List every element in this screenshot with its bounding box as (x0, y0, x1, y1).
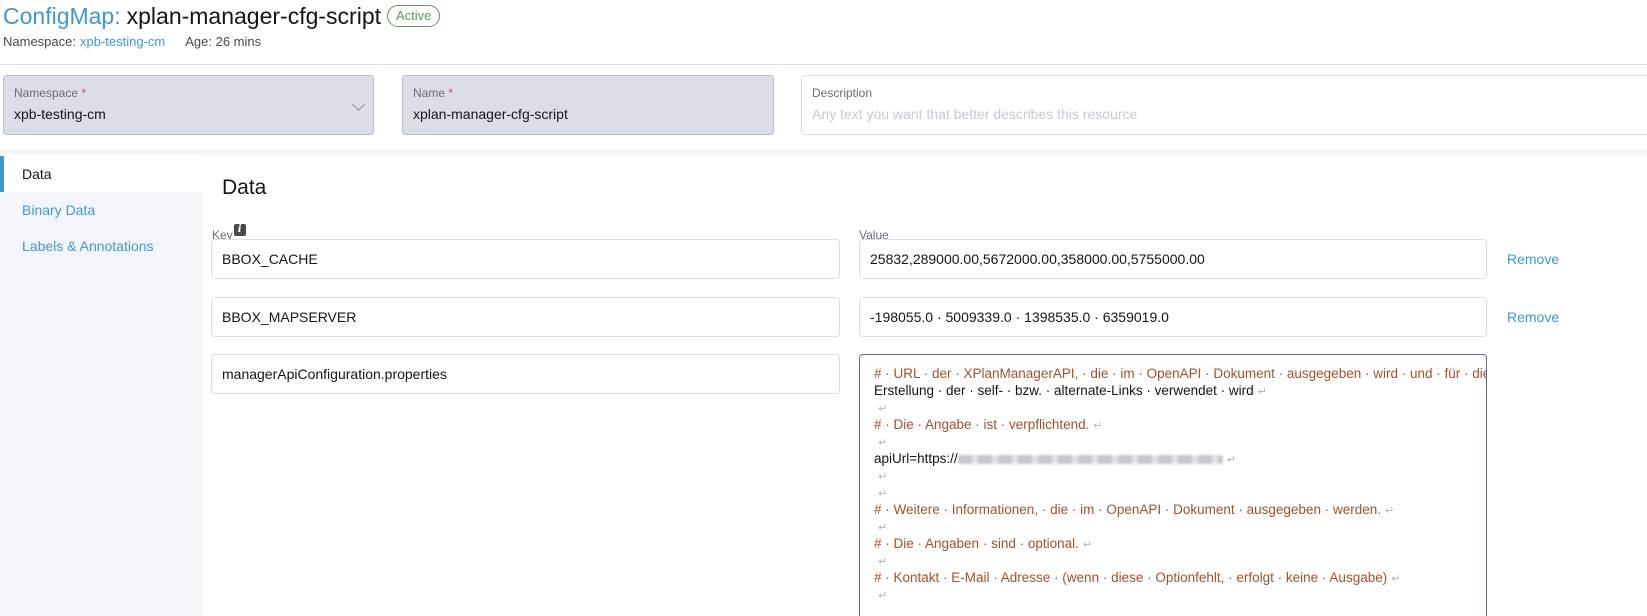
description-field-label: Description (812, 86, 873, 100)
editor-line: # · Weitere · Informationen, · die · im … (874, 502, 1395, 517)
sidebar-tabs: Data Binary Data Labels & Annotations (0, 156, 202, 616)
required-mark: * (448, 86, 454, 100)
name-field-value: xplan-manager-cfg-script (413, 106, 568, 122)
editor-line: # · Die · Angabe · ist · verpflichtend. ↵ (874, 417, 1103, 432)
description-field[interactable]: Description Any text you want that bette… (801, 75, 1647, 135)
data-section: Data Key i Value BBOX_CACHE 25832,289000.… (211, 156, 1647, 394)
header-divider (0, 64, 1647, 65)
value-input[interactable]: -198055.0 · 5009339.0 · 1398535.0 · 6359… (859, 297, 1487, 337)
age-text: Age: 26 mins (185, 34, 262, 49)
name-field[interactable]: Name * xplan-manager-cfg-script (402, 75, 774, 135)
key-input[interactable]: BBOX_MAPSERVER (211, 297, 840, 337)
editor-line: ↵ (878, 471, 888, 483)
namespace-label: Namespace: (3, 34, 76, 49)
status-badge: Active (387, 5, 441, 27)
editor-line: ↵ (878, 403, 888, 415)
editor-line: # · URL · der · XPlanManagerAPI, · die ·… (874, 366, 1487, 381)
editor-line: apiUrl=https://↵ (874, 451, 1236, 466)
value-input[interactable]: 25832,289000.00,5672000.00,358000.00,575… (859, 239, 1487, 279)
namespace-select[interactable]: Namespace * xpb-testing-cm (3, 75, 374, 135)
resource-kind-link[interactable]: ConfigMap: (3, 3, 121, 30)
description-placeholder: Any text you want that better describes … (812, 106, 1138, 122)
value-textarea[interactable]: # · URL · der · XPlanManagerAPI, · die ·… (859, 354, 1487, 616)
editor-line: # · Die · Angaben · sind · optional. ↵ (874, 536, 1093, 551)
namespace-field-value: xpb-testing-cm (14, 106, 106, 122)
editor-line: Erstellung · der · self- · bzw. · altern… (874, 383, 1267, 398)
namespace-field-label: Namespace (14, 86, 79, 100)
namespace-link[interactable]: xpb-testing-cm (80, 34, 165, 49)
editor-line: ↵ (878, 590, 888, 602)
editor-line: ↵ (878, 556, 888, 568)
page-header: ConfigMap: xplan-manager-cfg-script Acti… (3, 0, 441, 49)
info-icon[interactable]: i (233, 224, 246, 236)
tab-labels-annotations[interactable]: Labels & Annotations (0, 228, 202, 264)
remove-button[interactable]: Remove (1507, 309, 1559, 325)
section-title: Data (222, 176, 267, 199)
editor-line: # · Kontakt · E-Mail · Adresse · (wenn ·… (874, 570, 1401, 585)
editor-line: ↵ (878, 522, 888, 534)
page-title: xplan-manager-cfg-script (126, 2, 381, 29)
key-input[interactable]: BBOX_CACHE (211, 239, 840, 279)
tab-data[interactable]: Data (0, 156, 202, 192)
required-mark: * (81, 86, 87, 100)
editor-line: ↵ (878, 488, 888, 500)
editor-line: ↵ (878, 437, 888, 449)
remove-button[interactable]: Remove (1507, 251, 1559, 267)
key-input[interactable]: managerApiConfiguration.properties (211, 354, 840, 394)
redacted-text (957, 454, 1223, 464)
tab-binary-data[interactable]: Binary Data (0, 192, 202, 228)
name-field-label: Name (413, 86, 446, 100)
